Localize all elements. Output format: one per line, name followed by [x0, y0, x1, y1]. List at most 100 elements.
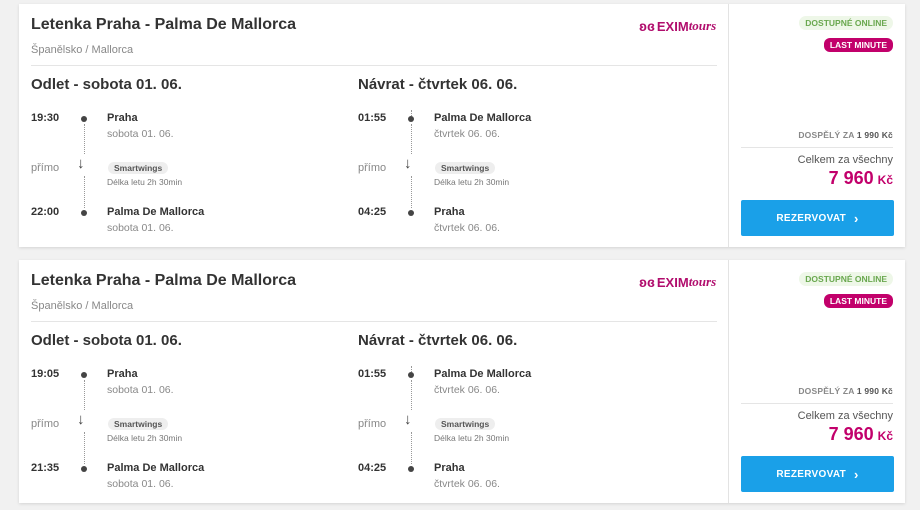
flight-details: Letenka Praha - Palma De Mallorca Španěl…: [19, 260, 728, 503]
butterfly-icon: ʚɞ: [639, 18, 655, 34]
total-label: Celkem za všechny: [797, 154, 893, 166]
route-line: [83, 380, 85, 410]
divider: [741, 403, 893, 404]
outbound-leg: Odlet - sobota 01. 06. 19:05 Praha sobot…: [31, 332, 351, 497]
route-line: [410, 432, 412, 464]
adult-price: DOSPĚLÝ ZA 1 990 Kč: [798, 386, 893, 396]
flight-duration: Délka letu 2h 30min: [107, 177, 183, 187]
direct-label: přímo: [31, 162, 60, 174]
price-panel: DOSTUPNÉ ONLINE LAST MINUTE DOSPĚLÝ ZA 1…: [728, 260, 905, 503]
chevron-right-icon: ›: [854, 210, 859, 226]
arrow-down-icon: ↓: [77, 155, 85, 172]
logo-word-tours: tours: [688, 274, 717, 289]
direct-label: přímo: [358, 162, 387, 174]
departure-dot: [408, 372, 414, 378]
arrival-date: čtvrtek 06. 06.: [434, 478, 500, 490]
departure-time: 01:55: [358, 112, 387, 124]
arrow-down-icon: ↓: [404, 155, 412, 172]
arrival-date: sobota 01. 06.: [107, 222, 174, 234]
return-leg: Návrat - čtvrtek 06. 06. 01:55 Palma De …: [358, 76, 678, 241]
departure-time: 19:30: [31, 112, 60, 124]
total-price: 7 960 Kč: [829, 424, 893, 445]
arrival-date: sobota 01. 06.: [107, 478, 174, 490]
reserve-button[interactable]: REZERVOVAT ›: [741, 200, 894, 236]
arrival-time: 04:25: [358, 206, 387, 218]
total-price-value: 7 960: [828, 424, 874, 444]
offer-title[interactable]: Letenka Praha - Palma De Mallorca: [31, 272, 296, 290]
logo-word-tours: tours: [688, 18, 717, 33]
departure-time: 01:55: [358, 368, 387, 380]
adult-price-value: 1 990 Kč: [856, 386, 893, 396]
arrival-time: 22:00: [31, 206, 60, 218]
carrier-badge: Smartwings: [435, 418, 496, 430]
reserve-button[interactable]: REZERVOVAT ›: [741, 456, 894, 492]
outbound-heading: Odlet - sobota 01. 06.: [31, 76, 182, 93]
arrival-dot: [81, 210, 87, 216]
divider: [31, 65, 717, 66]
arrival-dot: [81, 466, 87, 472]
arrival-place: Palma De Mallorca: [107, 462, 205, 474]
butterfly-icon: ʚɞ: [639, 274, 655, 290]
departure-place: Palma De Mallorca: [434, 112, 532, 124]
logo-word-exim: EXIM: [656, 18, 689, 34]
departure-date: sobota 01. 06.: [107, 384, 174, 396]
departure-dot: [81, 372, 87, 378]
departure-date: čtvrtek 06. 06.: [434, 128, 500, 140]
availability-badge: DOSTUPNÉ ONLINE: [799, 272, 893, 286]
total-price-value: 7 960: [828, 168, 874, 188]
route-line: [410, 124, 412, 154]
offer-destination: Španělsko / Mallorca: [31, 44, 134, 56]
direct-label: přímo: [31, 418, 60, 430]
last-minute-badge: LAST MINUTE: [823, 294, 893, 308]
outbound-heading: Odlet - sobota 01. 06.: [31, 332, 182, 349]
chevron-right-icon: ›: [854, 466, 859, 482]
arrival-place: Praha: [434, 462, 465, 474]
availability-badge: DOSTUPNÉ ONLINE: [799, 16, 893, 30]
arrival-place: Palma De Mallorca: [107, 206, 205, 218]
direct-label: přímo: [358, 418, 387, 430]
reserve-button-label: REZERVOVAT: [776, 212, 847, 224]
flight-duration: Délka letu 2h 30min: [434, 433, 510, 443]
return-leg: Návrat - čtvrtek 06. 06. 01:55 Palma De …: [358, 332, 678, 497]
route-line: [410, 176, 412, 208]
outbound-leg: Odlet - sobota 01. 06. 19:30 Praha sobot…: [31, 76, 351, 241]
arrow-down-icon: ↓: [77, 411, 85, 428]
total-price: 7 960 Kč: [829, 168, 893, 189]
logo-word-exim: EXIM: [656, 274, 689, 290]
adult-price: DOSPĚLÝ ZA 1 990 Kč: [798, 130, 893, 140]
route-line: [83, 432, 85, 464]
arrival-dot: [408, 210, 414, 216]
route-line: [83, 176, 85, 208]
adult-price-value: 1 990 Kč: [856, 130, 893, 140]
departure-time: 19:05: [31, 368, 60, 380]
flight-details: Letenka Praha - Palma De Mallorca Španěl…: [19, 4, 728, 247]
departure-place: Praha: [107, 368, 138, 380]
arrival-time: 04:25: [358, 462, 387, 474]
flight-duration: Délka letu 2h 30min: [434, 177, 510, 187]
departure-dot: [408, 116, 414, 122]
adult-price-label: DOSPĚLÝ ZA: [798, 386, 857, 396]
return-heading: Návrat - čtvrtek 06. 06.: [358, 332, 518, 349]
currency: Kč: [877, 429, 893, 443]
arrival-date: čtvrtek 06. 06.: [434, 222, 500, 234]
departure-dot: [81, 116, 87, 122]
exim-tours-logo: ʚɞ EXIM tours: [639, 274, 716, 290]
price-panel: DOSTUPNÉ ONLINE LAST MINUTE DOSPĚLÝ ZA 1…: [728, 4, 905, 247]
offer-title[interactable]: Letenka Praha - Palma De Mallorca: [31, 16, 296, 34]
departure-date: sobota 01. 06.: [107, 128, 174, 140]
offer-card: Letenka Praha - Palma De Mallorca Španěl…: [19, 260, 905, 503]
carrier-badge: Smartwings: [108, 162, 169, 174]
departure-place: Praha: [107, 112, 138, 124]
reserve-button-label: REZERVOVAT: [776, 468, 847, 480]
arrival-dot: [408, 466, 414, 472]
departure-place: Palma De Mallorca: [434, 368, 532, 380]
arrival-place: Praha: [434, 206, 465, 218]
adult-price-label: DOSPĚLÝ ZA: [798, 130, 857, 140]
divider: [31, 321, 717, 322]
exim-tours-logo: ʚɞ EXIM tours: [639, 18, 716, 34]
route-line: [410, 380, 412, 410]
carrier-badge: Smartwings: [108, 418, 169, 430]
flight-duration: Délka letu 2h 30min: [107, 433, 183, 443]
arrow-down-icon: ↓: [404, 411, 412, 428]
total-label: Celkem za všechny: [797, 410, 893, 422]
